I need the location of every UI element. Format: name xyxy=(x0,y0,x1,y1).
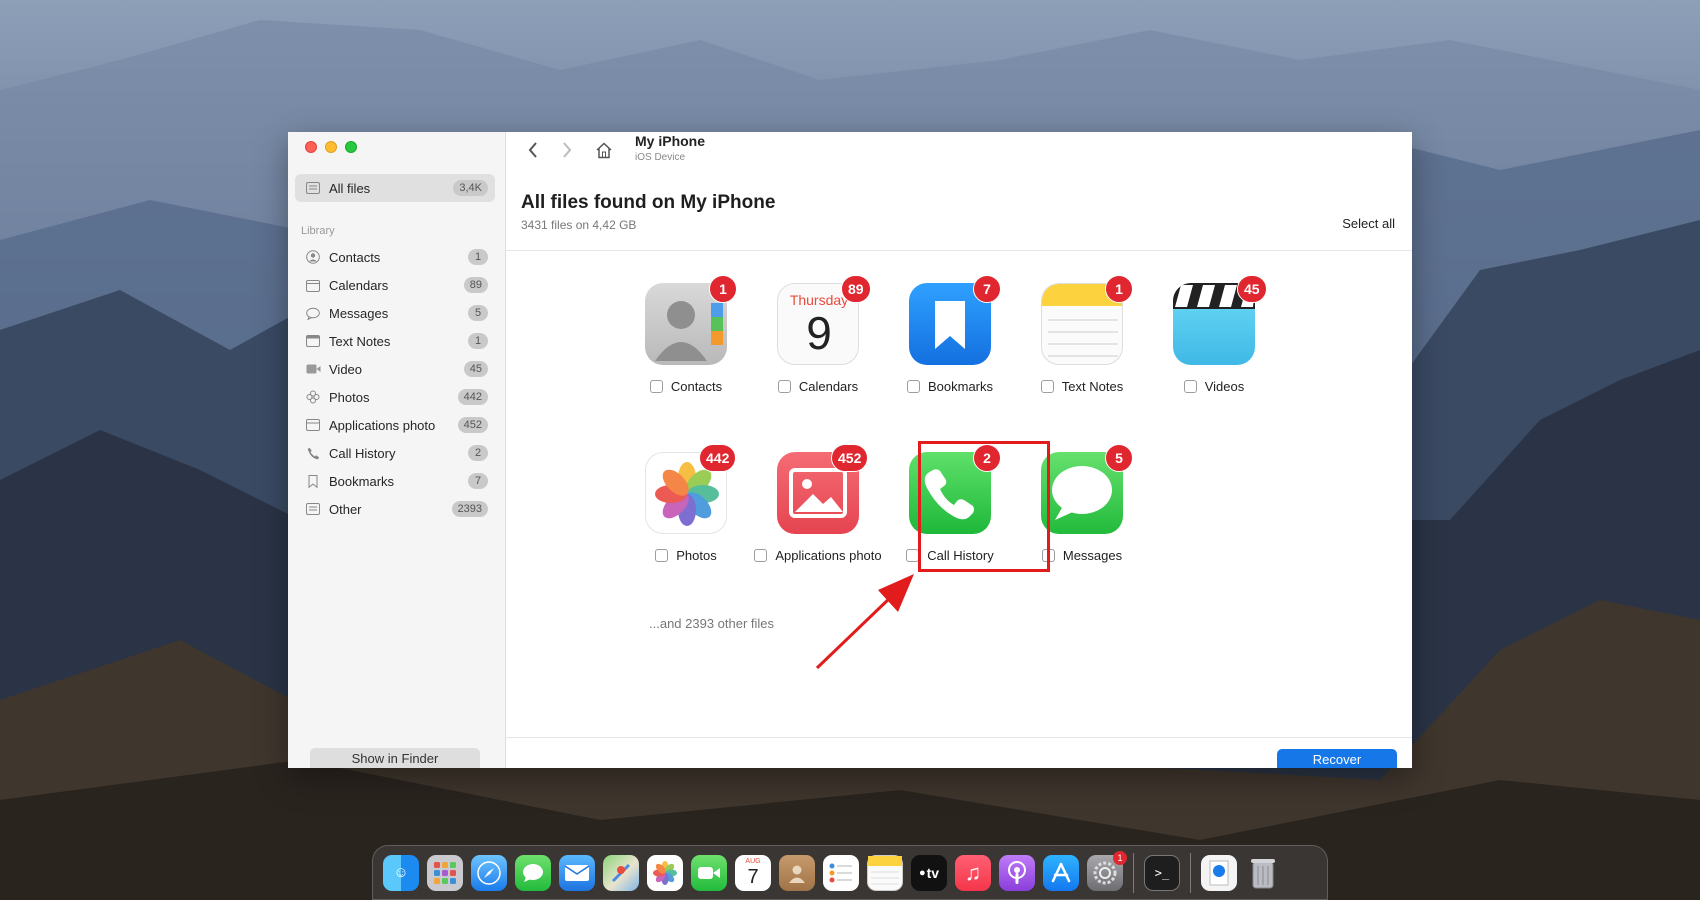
podcasts-icon[interactable] xyxy=(999,854,1035,891)
safari-icon[interactable] xyxy=(471,854,507,891)
photos-dock-icon[interactable] xyxy=(647,854,683,891)
terminal-icon[interactable]: >_ xyxy=(1144,854,1180,891)
facetime-icon[interactable] xyxy=(691,854,727,891)
contacts-dock-icon[interactable] xyxy=(779,854,815,891)
dock-separator xyxy=(1133,852,1134,893)
dock-calendar-day: 7 xyxy=(747,865,759,888)
annotation-arrow xyxy=(815,574,914,670)
maps-icon[interactable] xyxy=(603,854,639,891)
notification-badge: 1 xyxy=(1113,850,1127,865)
tv-label: tv xyxy=(926,864,940,881)
apple-logo-icon: ● xyxy=(918,866,926,879)
document-preview-icon[interactable] xyxy=(1201,854,1237,891)
system-settings-icon[interactable]: 1 xyxy=(1087,850,1127,891)
apple-tv-icon[interactable]: ● tv xyxy=(911,854,947,891)
app-store-icon[interactable] xyxy=(1043,854,1079,891)
mail-icon[interactable] xyxy=(559,854,595,891)
calendar-dock-icon[interactable]: AUG 7 xyxy=(735,854,771,891)
finder-icon[interactable]: ☺ xyxy=(383,854,419,891)
trash-icon[interactable] xyxy=(1245,855,1281,891)
messages-dock-icon[interactable] xyxy=(515,854,551,891)
dock-calendar-month: AUG xyxy=(745,857,761,865)
launchpad-icon[interactable] xyxy=(427,854,463,891)
dock: ☺ AUG 7 ● tv ♫ 1 >_ xyxy=(372,845,1328,900)
music-icon[interactable]: ♫ xyxy=(955,854,991,891)
notes-dock-icon[interactable] xyxy=(867,854,903,891)
reminders-icon[interactable] xyxy=(823,854,859,891)
dock-separator xyxy=(1190,852,1191,893)
